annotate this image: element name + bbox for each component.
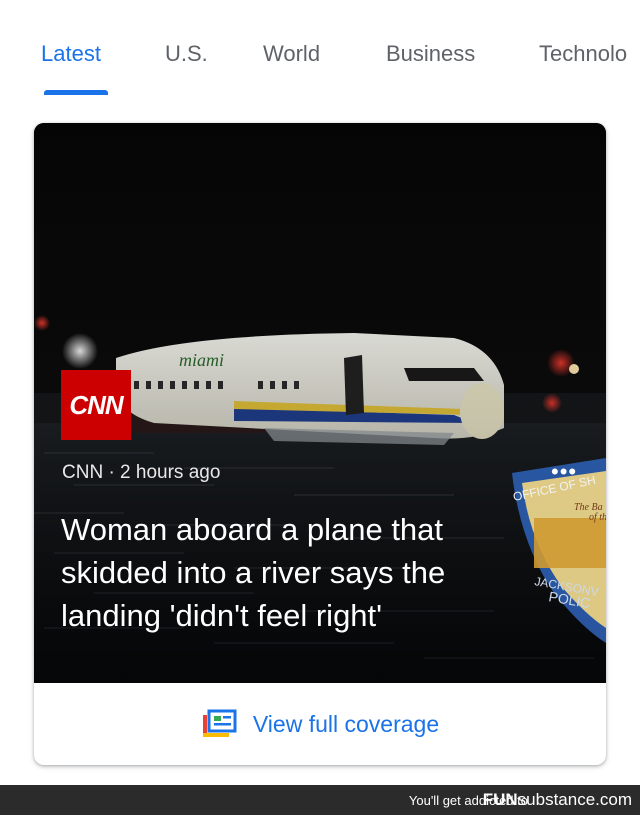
section-tabs: Latest U.S. World Business Technolo xyxy=(0,0,640,100)
tab-us[interactable]: U.S. xyxy=(165,40,208,68)
tab-world[interactable]: World xyxy=(263,40,320,68)
story-headline[interactable]: Woman aboard a plane that skidded into a… xyxy=(61,508,521,637)
tab-technology[interactable]: Technolo xyxy=(539,40,627,68)
tab-business[interactable]: Business xyxy=(386,40,475,68)
svg-text:of the: of the xyxy=(589,512,606,523)
tab-latest[interactable]: Latest xyxy=(41,40,101,68)
watermark-bar: You'll get addicted to FUNsubstance.com xyxy=(0,785,640,815)
full-coverage-icon xyxy=(202,709,237,737)
watermark-brand: FUNsubstance.com xyxy=(482,790,632,809)
source-logo: CNN xyxy=(61,370,131,440)
more-options-icon[interactable]: ••• xyxy=(551,461,577,483)
view-full-coverage-label: View full coverage xyxy=(252,710,440,737)
view-full-coverage-button[interactable]: View full coverage xyxy=(34,683,606,765)
story-image[interactable]: miami OFFICE OF SH The Ba of the JACKSON… xyxy=(34,123,606,683)
story-card[interactable]: miami OFFICE OF SH The Ba of the JACKSON… xyxy=(34,123,606,765)
source-logo-text: CNN xyxy=(69,389,123,420)
story-meta: CNN · 2 hours ago xyxy=(62,462,221,483)
active-tab-indicator xyxy=(44,90,108,95)
